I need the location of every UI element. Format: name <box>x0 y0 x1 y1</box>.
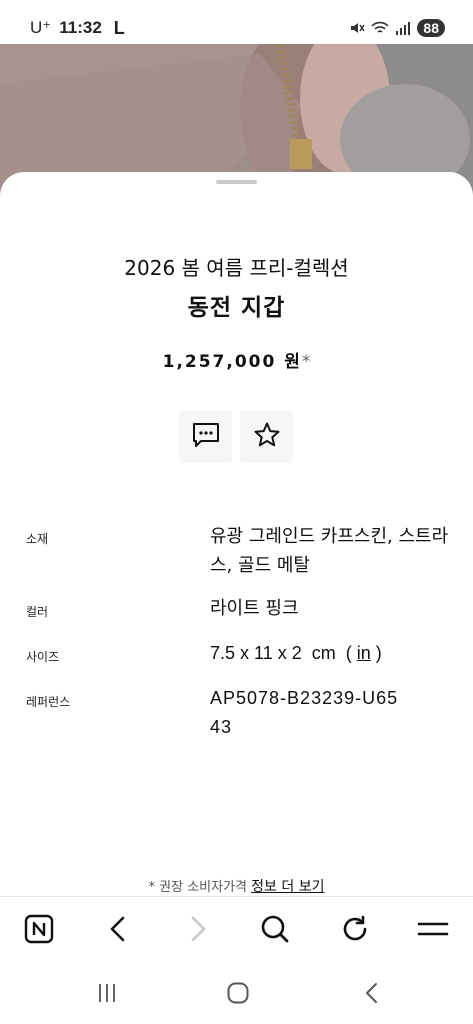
price-value: 1,257,000 원 <box>162 352 302 372</box>
unit-toggle-link[interactable]: in <box>357 643 371 663</box>
wifi-icon <box>371 20 390 36</box>
status-left: U⁺ 11:32 L <box>30 14 125 42</box>
menu-icon[interactable] <box>415 911 451 947</box>
back-icon[interactable] <box>356 978 388 1008</box>
back-icon[interactable] <box>100 911 136 947</box>
collection-title: 2026 봄 여름 프리-컬렉션 <box>124 256 349 280</box>
home-icon[interactable] <box>222 978 254 1008</box>
product-detail-sheet: 2026 봄 여름 프리-컬렉션 동전 지갑 1,257,000 원* 소재 유… <box>0 172 473 896</box>
spec-label: 소재 <box>26 532 49 546</box>
price-footnote: * 권장 소비자가격 정보 더 보기 <box>0 876 473 896</box>
refresh-icon[interactable] <box>337 911 373 947</box>
size-value: 7.5 x 11 x 2 cm <box>210 643 336 663</box>
browser-toolbar <box>0 896 473 962</box>
carrier-label: U⁺ <box>30 18 52 37</box>
spec-label: 사이즈 <box>26 650 60 664</box>
spec-label: 레퍼런스 <box>26 695 71 709</box>
chat-bubble-icon <box>192 422 220 452</box>
star-icon <box>253 421 281 453</box>
mute-icon <box>349 20 366 36</box>
spec-value: 유광 그레인드 카프스킨, 스트라스, 골드 메탈 <box>210 526 449 576</box>
spec-value: AP5078-B23239-U6543 <box>210 688 399 737</box>
signal-icon <box>395 20 411 36</box>
system-navigation-bar <box>0 962 473 1024</box>
recents-icon[interactable] <box>91 978 123 1008</box>
forward-icon[interactable] <box>180 911 216 947</box>
favorite-button[interactable] <box>240 410 293 463</box>
spec-label: 컬러 <box>26 605 49 619</box>
spec-value: 7.5 x 11 x 2 cm ( in ) <box>210 643 382 663</box>
price-footnote-mark: * <box>301 352 311 372</box>
lte-indicator: L <box>113 17 125 38</box>
search-icon[interactable] <box>257 911 293 947</box>
product-name: 동전 지갑 <box>187 295 286 321</box>
naver-home-icon[interactable] <box>21 911 57 947</box>
sheet-drag-handle[interactable] <box>216 180 257 184</box>
status-right: 88 <box>349 15 445 41</box>
status-bar: U⁺ 11:32 L 88 <box>0 0 473 44</box>
more-info-link[interactable]: 정보 더 보기 <box>251 879 324 895</box>
clock: 11:32 <box>59 18 102 37</box>
product-price: 1,257,000 원* <box>0 347 473 372</box>
chat-button[interactable] <box>179 410 232 463</box>
battery-indicator: 88 <box>417 19 445 37</box>
spec-value: 라이트 핑크 <box>210 598 299 619</box>
footnote-text: * 권장 소비자가격 <box>148 880 248 895</box>
